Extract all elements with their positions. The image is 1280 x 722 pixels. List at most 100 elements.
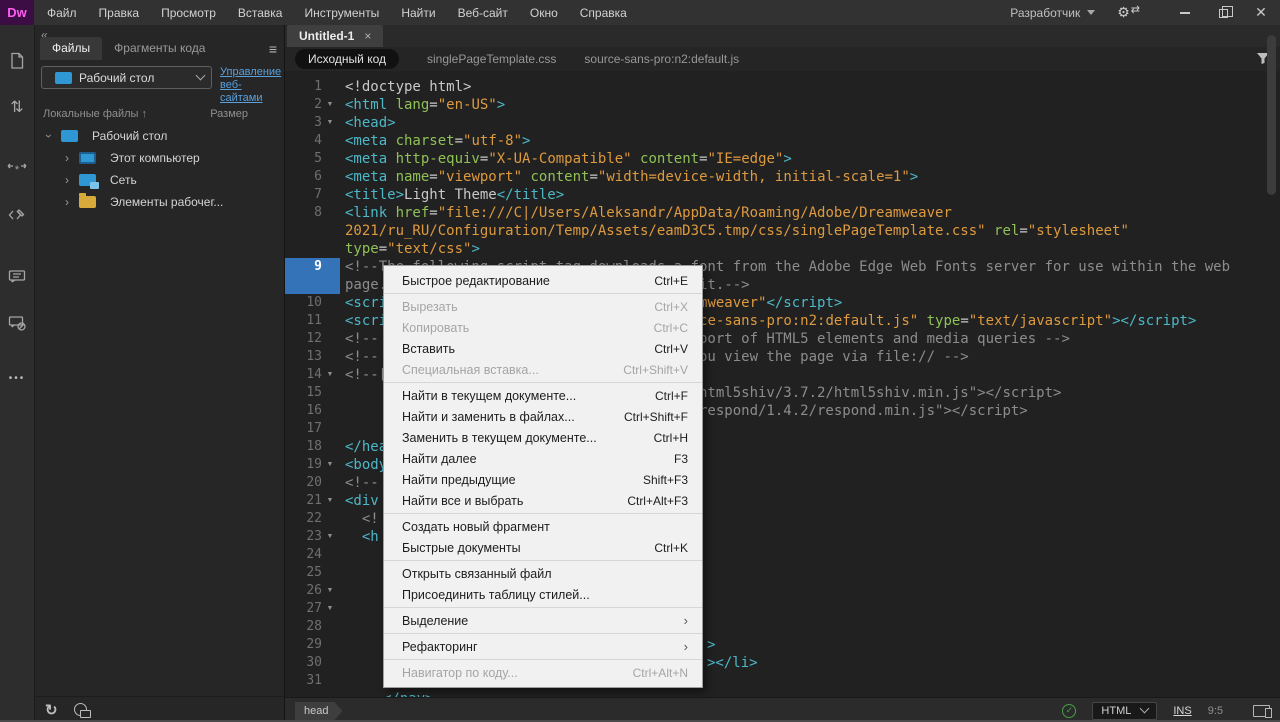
line-gutter[interactable]: 8 [285, 204, 340, 222]
line-gutter[interactable] [285, 240, 340, 258]
line-number[interactable]: 8 [285, 204, 322, 222]
code-line[interactable]: 8<link href="file:///C|/Users/Aleksandr/… [285, 204, 1280, 222]
line-number[interactable]: 13 [285, 348, 322, 366]
fold-arrow-icon[interactable]: ▼ [322, 96, 338, 114]
chevron-expanded-icon[interactable]: › [42, 130, 56, 142]
remove-comment-icon[interactable] [5, 311, 29, 335]
code-line[interactable]: </nav> [285, 690, 1280, 697]
workspace-switcher[interactable]: Разработчик [1010, 6, 1095, 20]
line-gutter[interactable]: 3▼ [285, 114, 340, 132]
line-number[interactable]: 20 [285, 474, 322, 492]
remote-server-icon[interactable] [74, 703, 87, 716]
fold-arrow-icon[interactable]: ▼ [322, 366, 338, 384]
menubar-item[interactable]: Веб-сайт [447, 6, 519, 20]
context-menu-item[interactable]: Присоединить таблицу стилей... [384, 584, 702, 605]
line-number[interactable]: 6 [285, 168, 322, 186]
line-gutter[interactable]: 10 [285, 294, 340, 312]
line-number[interactable]: 21 [285, 492, 322, 510]
open-documents-icon[interactable] [5, 49, 29, 73]
line-gutter[interactable]: 30 [285, 654, 340, 672]
context-menu-item[interactable]: Выделение› [384, 610, 702, 631]
line-number[interactable]: 27 [285, 600, 322, 618]
doctype-dropdown[interactable]: HTML [1092, 702, 1157, 720]
vertical-scrollbar[interactable] [1267, 35, 1276, 195]
line-gutter[interactable]: 12 [285, 330, 340, 348]
line-gutter[interactable] [285, 222, 340, 240]
line-number[interactable]: 3 [285, 114, 322, 132]
line-number[interactable]: 19 [285, 456, 322, 474]
file-transfer-icon[interactable]: ⇅ [5, 95, 29, 119]
menubar-item[interactable]: Окно [519, 6, 569, 20]
line-gutter[interactable]: 13 [285, 348, 340, 366]
fold-arrow-icon[interactable]: ▼ [322, 600, 338, 618]
context-menu-item[interactable]: Найти все и выбратьCtrl+Alt+F3 [384, 490, 702, 511]
toolbar-options-icon[interactable]: ••• [9, 373, 26, 384]
line-number[interactable]: 30 [285, 654, 322, 672]
related-file[interactable]: source-sans-pro:n2:default.js [584, 52, 739, 66]
context-menu-item[interactable]: Быстрые документыCtrl+K [384, 537, 702, 558]
line-gutter[interactable] [285, 276, 340, 294]
panel-tab-files[interactable]: Файлы [40, 37, 102, 60]
line-gutter[interactable]: 4 [285, 132, 340, 150]
format-source-icon[interactable]: * [5, 157, 29, 181]
line-gutter[interactable]: 22 [285, 510, 340, 528]
related-file[interactable]: Исходный код [295, 49, 399, 69]
insert-mode-indicator[interactable]: INS [1173, 705, 1191, 717]
line-number[interactable]: 2 [285, 96, 322, 114]
tree-item[interactable]: ›Этот компьютер [35, 147, 284, 169]
line-gutter[interactable]: 19▼ [285, 456, 340, 474]
close-button[interactable]: ✕ [1242, 0, 1280, 25]
context-menu-item[interactable]: Найти далееF3 [384, 448, 702, 469]
line-number[interactable]: 9 [285, 258, 322, 276]
menubar-item[interactable]: Инструменты [293, 6, 390, 20]
fold-arrow-icon[interactable]: ▼ [322, 528, 338, 546]
chevron-collapsed-icon[interactable]: › [61, 195, 73, 209]
context-menu-item[interactable]: Создать новый фрагмент [384, 516, 702, 537]
menubar-item[interactable]: Найти [390, 6, 446, 20]
line-gutter[interactable]: 25 [285, 564, 340, 582]
refresh-icon[interactable]: ↻ [45, 701, 58, 719]
minimize-button[interactable] [1166, 0, 1204, 25]
line-number[interactable] [285, 222, 322, 240]
code-line[interactable]: 3▼<head> [285, 114, 1280, 132]
realtime-preview-icon[interactable] [1253, 705, 1270, 717]
code-line[interactable]: 2021/ru_RU/Configuration/Temp/Assets/eam… [285, 222, 1280, 240]
panel-menu-icon[interactable]: ≡ [269, 41, 276, 57]
line-number[interactable] [285, 690, 322, 697]
line-number[interactable]: 26 [285, 582, 322, 600]
line-number[interactable]: 31 [285, 672, 322, 690]
menubar-item[interactable]: Файл [36, 6, 88, 20]
code-line[interactable]: 4<meta charset="utf-8"> [285, 132, 1280, 150]
line-number[interactable]: 24 [285, 546, 322, 564]
line-gutter[interactable] [285, 690, 340, 697]
menubar-item[interactable]: Просмотр [150, 6, 227, 20]
site-selector[interactable]: Рабочий стол [41, 66, 212, 89]
tree-item[interactable]: ›Рабочий стол [35, 125, 284, 147]
line-gutter[interactable]: 11 [285, 312, 340, 330]
line-gutter[interactable]: 21▼ [285, 492, 340, 510]
fold-arrow-icon[interactable]: ▼ [322, 492, 338, 510]
line-gutter[interactable]: 18 [285, 438, 340, 456]
line-gutter[interactable]: 9 [285, 258, 340, 276]
line-number[interactable]: 25 [285, 564, 322, 582]
context-menu-item[interactable]: Найти предыдущиеShift+F3 [384, 469, 702, 490]
line-number[interactable]: 4 [285, 132, 322, 150]
code-line[interactable]: 2▼<html lang="en-US"> [285, 96, 1280, 114]
line-number[interactable]: 14 [285, 366, 322, 384]
line-gutter[interactable]: 7 [285, 186, 340, 204]
line-number[interactable]: 5 [285, 150, 322, 168]
context-menu-item[interactable]: Быстрое редактированиеCtrl+E [384, 270, 702, 291]
fold-arrow-icon[interactable]: ▼ [322, 114, 338, 132]
line-number[interactable]: 7 [285, 186, 322, 204]
code-line[interactable]: 1<!doctype html> [285, 78, 1280, 96]
panel-tab-snippets[interactable]: Фрагменты кода [102, 37, 217, 60]
line-gutter[interactable]: 6 [285, 168, 340, 186]
line-number[interactable]: 11 [285, 312, 322, 330]
line-gutter[interactable]: 5 [285, 150, 340, 168]
line-gutter[interactable]: 23▼ [285, 528, 340, 546]
line-gutter[interactable]: 16 [285, 402, 340, 420]
context-menu-item[interactable]: Открыть связанный файл [384, 563, 702, 584]
menubar-item[interactable]: Вставка [227, 6, 294, 20]
line-number[interactable]: 18 [285, 438, 322, 456]
line-number[interactable]: 16 [285, 402, 322, 420]
